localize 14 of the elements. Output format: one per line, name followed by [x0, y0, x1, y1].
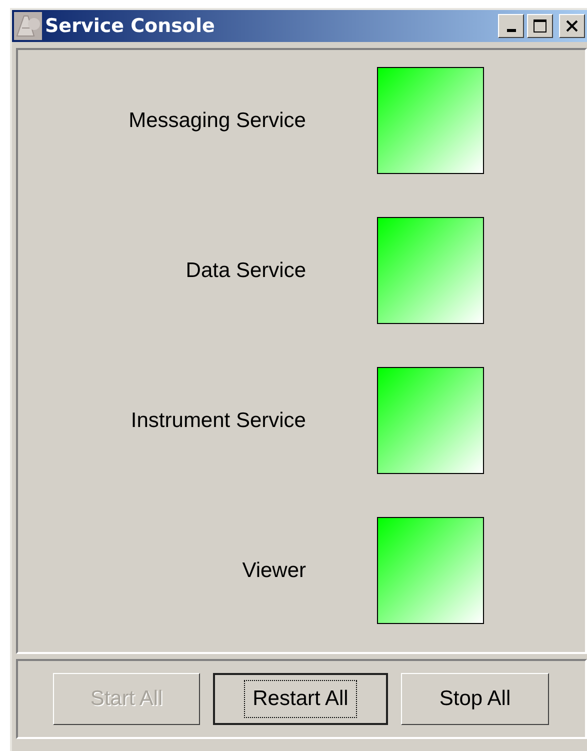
- maximize-icon: [533, 19, 547, 33]
- app-logo-icon: [14, 12, 42, 40]
- service-label: Data Service: [184, 258, 306, 282]
- close-icon: [565, 19, 579, 33]
- close-button[interactable]: [559, 14, 585, 38]
- minimize-button[interactable]: [498, 14, 524, 38]
- service-label: Instrument Service: [130, 408, 306, 432]
- action-button[interactable]: Stop All: [401, 673, 549, 725]
- minimize-icon: [506, 29, 516, 32]
- service-label: Messaging Service: [128, 108, 306, 132]
- service-label: Viewer: [241, 558, 306, 582]
- action-button[interactable]: Restart All: [213, 673, 388, 725]
- maximize-button[interactable]: [527, 14, 553, 38]
- window-title: Service Console: [45, 15, 216, 37]
